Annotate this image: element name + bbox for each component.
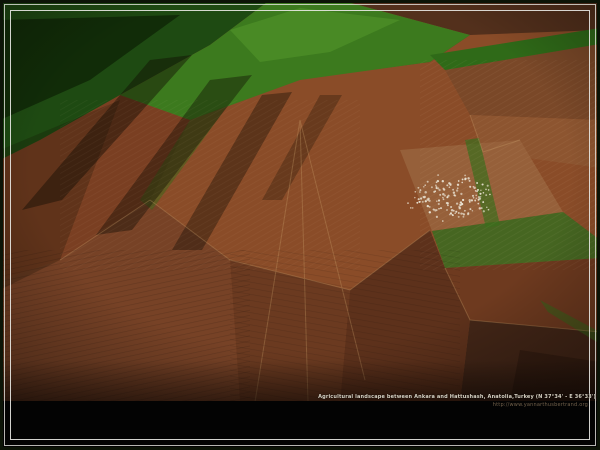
- wallpaper: Agricultural landscape between Ankara an…: [0, 0, 600, 450]
- aerial-photo-canvas: [0, 0, 600, 402]
- caption: Agricultural landscape between Ankara an…: [318, 394, 596, 410]
- photographer-url: http://www.yannarthusbertrand.org: [318, 402, 588, 410]
- vignette: [0, 0, 600, 402]
- photo-caption-text: Agricultural landscape between Ankara an…: [318, 394, 596, 402]
- aerial-photo: [0, 0, 600, 402]
